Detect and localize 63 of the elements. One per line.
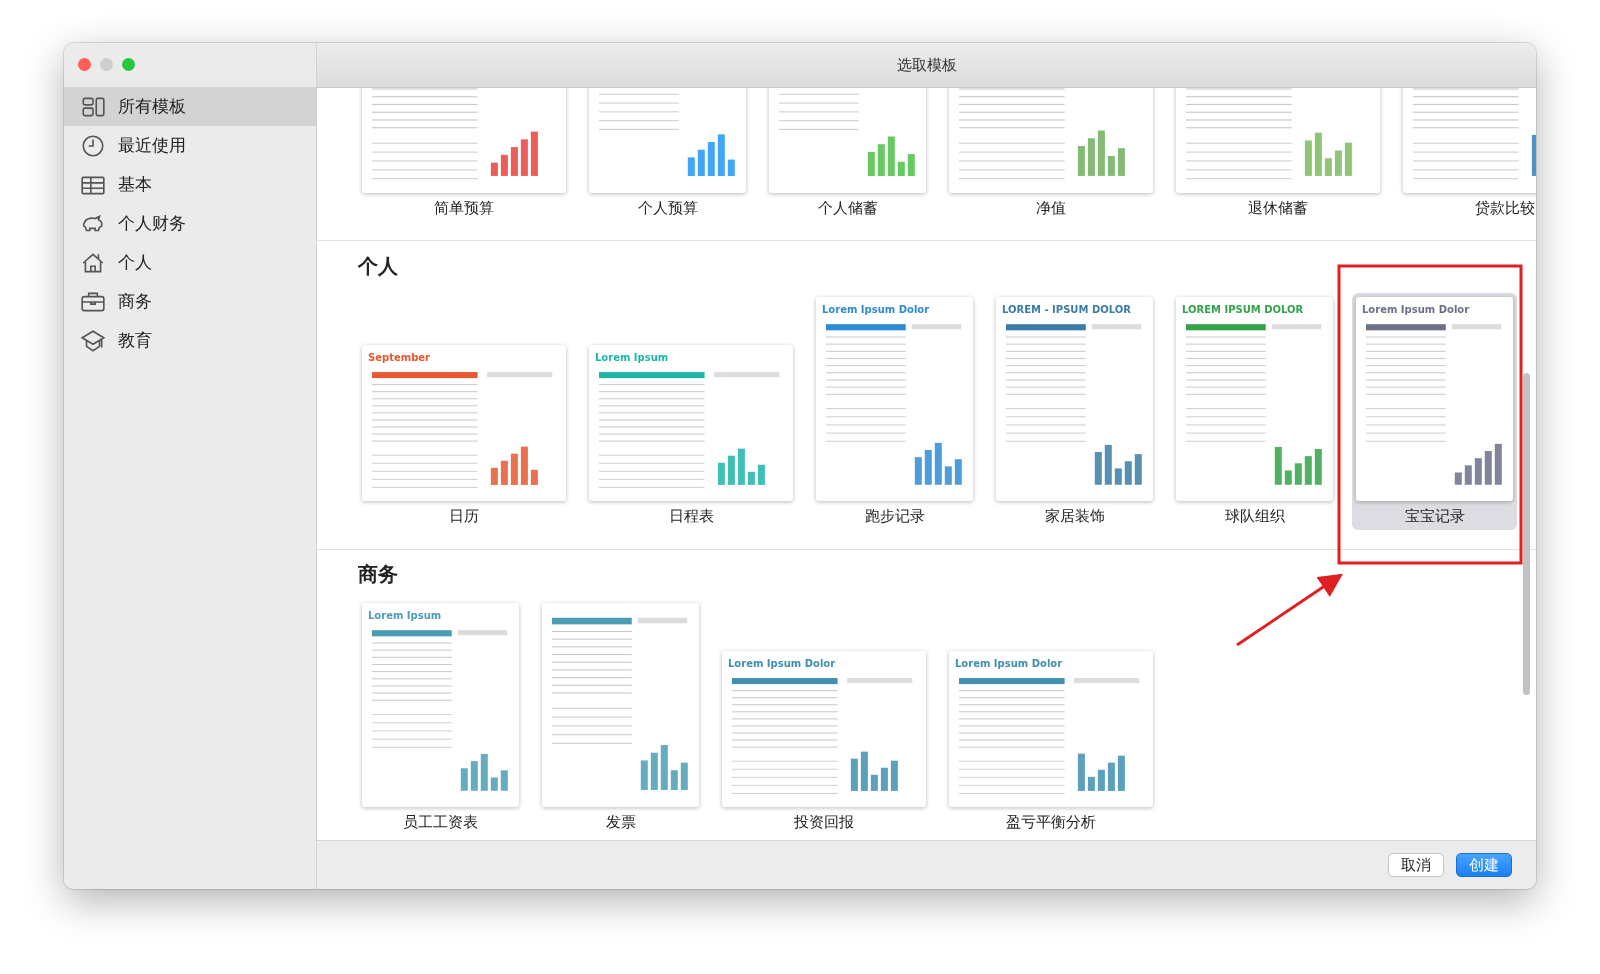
template-thumbnail[interactable]: LOREM - IPSUM DOLOR xyxy=(996,297,1153,501)
template-item[interactable]: 净值 xyxy=(945,88,1157,222)
template-item[interactable]: 贷款比较 xyxy=(1399,88,1536,222)
thumbnail-title: Lorem Ipsum xyxy=(595,351,669,364)
thumbnail-title: Lorem Ipsum Dolor xyxy=(728,657,836,670)
scrollbar[interactable] xyxy=(1523,373,1530,695)
template-item[interactable]: 简单预算 xyxy=(358,88,570,222)
template-name: 宝宝记录 xyxy=(1404,506,1465,526)
template-name: 员工工资表 xyxy=(403,812,478,832)
template-item[interactable]: Lorem Ipsum 员工工资表 xyxy=(358,599,523,836)
template-item[interactable]: September 日历 xyxy=(358,341,570,530)
template-name: 日历 xyxy=(449,506,479,526)
template-thumbnail[interactable]: Lorem Ipsum Dolor xyxy=(1356,297,1513,501)
thumbnail-title: September xyxy=(368,351,430,364)
template-name: 贷款比较 xyxy=(1475,198,1535,218)
thumbnail-title: LOREM IPSUM DOLOR xyxy=(1182,303,1304,316)
template-item[interactable]: LOREM - IPSUM DOLOR 家居装饰 xyxy=(992,293,1157,530)
template-name: 投资回报 xyxy=(794,812,854,832)
template-name: 个人预算 xyxy=(637,198,698,218)
template-thumbnail[interactable]: Lorem Ipsum Dolor xyxy=(949,651,1153,807)
template-thumbnail[interactable]: Lorem Ipsum Dolor xyxy=(722,651,926,807)
template-name: 球队组织 xyxy=(1224,506,1285,526)
thumbnail-title: Lorem Ipsum Dolor xyxy=(822,303,930,316)
template-item[interactable]: Lorem Ipsum 日程表 xyxy=(585,341,797,530)
template-thumbnail[interactable]: September xyxy=(362,345,566,501)
template-name: 发票 xyxy=(605,812,636,832)
close-button[interactable] xyxy=(78,58,91,71)
template-name: 跑步记录 xyxy=(864,506,925,526)
thumbnail-title: LOREM - IPSUM DOLOR xyxy=(1002,303,1131,316)
template-item[interactable]: Lorem Ipsum Dolor 宝宝记录 xyxy=(1352,293,1517,530)
thumbnail-title: Lorem Ipsum Dolor xyxy=(1362,303,1470,316)
cancel-button[interactable]: 取消 xyxy=(1388,853,1444,877)
thumbnail-title: Lorem Ipsum Dolor xyxy=(955,657,1063,670)
template-name: 净值 xyxy=(1036,198,1066,218)
template-item[interactable]: 个人储蓄 xyxy=(765,88,930,222)
sidebar-item[interactable]: 商务 xyxy=(64,282,316,321)
template-item[interactable]: 个人预算 xyxy=(585,88,750,222)
template-item[interactable]: 退休储蓄 xyxy=(1172,88,1384,222)
template-name: 日程表 xyxy=(668,506,714,526)
sidebar-item[interactable]: 个人 xyxy=(64,243,316,282)
template-name: 个人储蓄 xyxy=(817,198,878,218)
template-item[interactable]: Lorem Ipsum Dolor 投资回报 xyxy=(718,647,930,836)
template-name: 简单预算 xyxy=(434,198,494,218)
section-heading: 商务 xyxy=(358,563,399,585)
template-item[interactable]: 发票 xyxy=(538,599,703,836)
zoom-button[interactable] xyxy=(122,58,135,71)
template-item[interactable]: Lorem Ipsum Dolor 跑步记录 xyxy=(812,293,977,530)
sidebar-item[interactable]: 最近使用 xyxy=(64,126,316,165)
template-name: 退休储蓄 xyxy=(1248,198,1308,218)
template-item[interactable]: Lorem Ipsum Dolor 盈亏平衡分析 xyxy=(945,647,1157,836)
thumbnail-title: Lorem Ipsum xyxy=(368,609,442,622)
sidebar-item[interactable]: 基本 xyxy=(64,165,316,204)
sidebar-item[interactable]: 个人财务 xyxy=(64,204,316,243)
template-item[interactable]: LOREM IPSUM DOLOR 球队组织 xyxy=(1172,293,1337,530)
clock-icon xyxy=(80,132,106,159)
section-heading: 个人 xyxy=(358,255,399,277)
template-name: 家居装饰 xyxy=(1044,506,1105,526)
template-name: 盈亏平衡分析 xyxy=(1006,812,1096,832)
window-title: 选取模板 xyxy=(896,55,957,75)
template-thumbnail[interactable]: Lorem Ipsum Dolor xyxy=(816,297,973,501)
minimize-button[interactable] xyxy=(100,58,113,71)
sidebar-item[interactable]: 所有模板 xyxy=(64,87,316,126)
sidebar-item[interactable]: 教育 xyxy=(64,321,316,360)
